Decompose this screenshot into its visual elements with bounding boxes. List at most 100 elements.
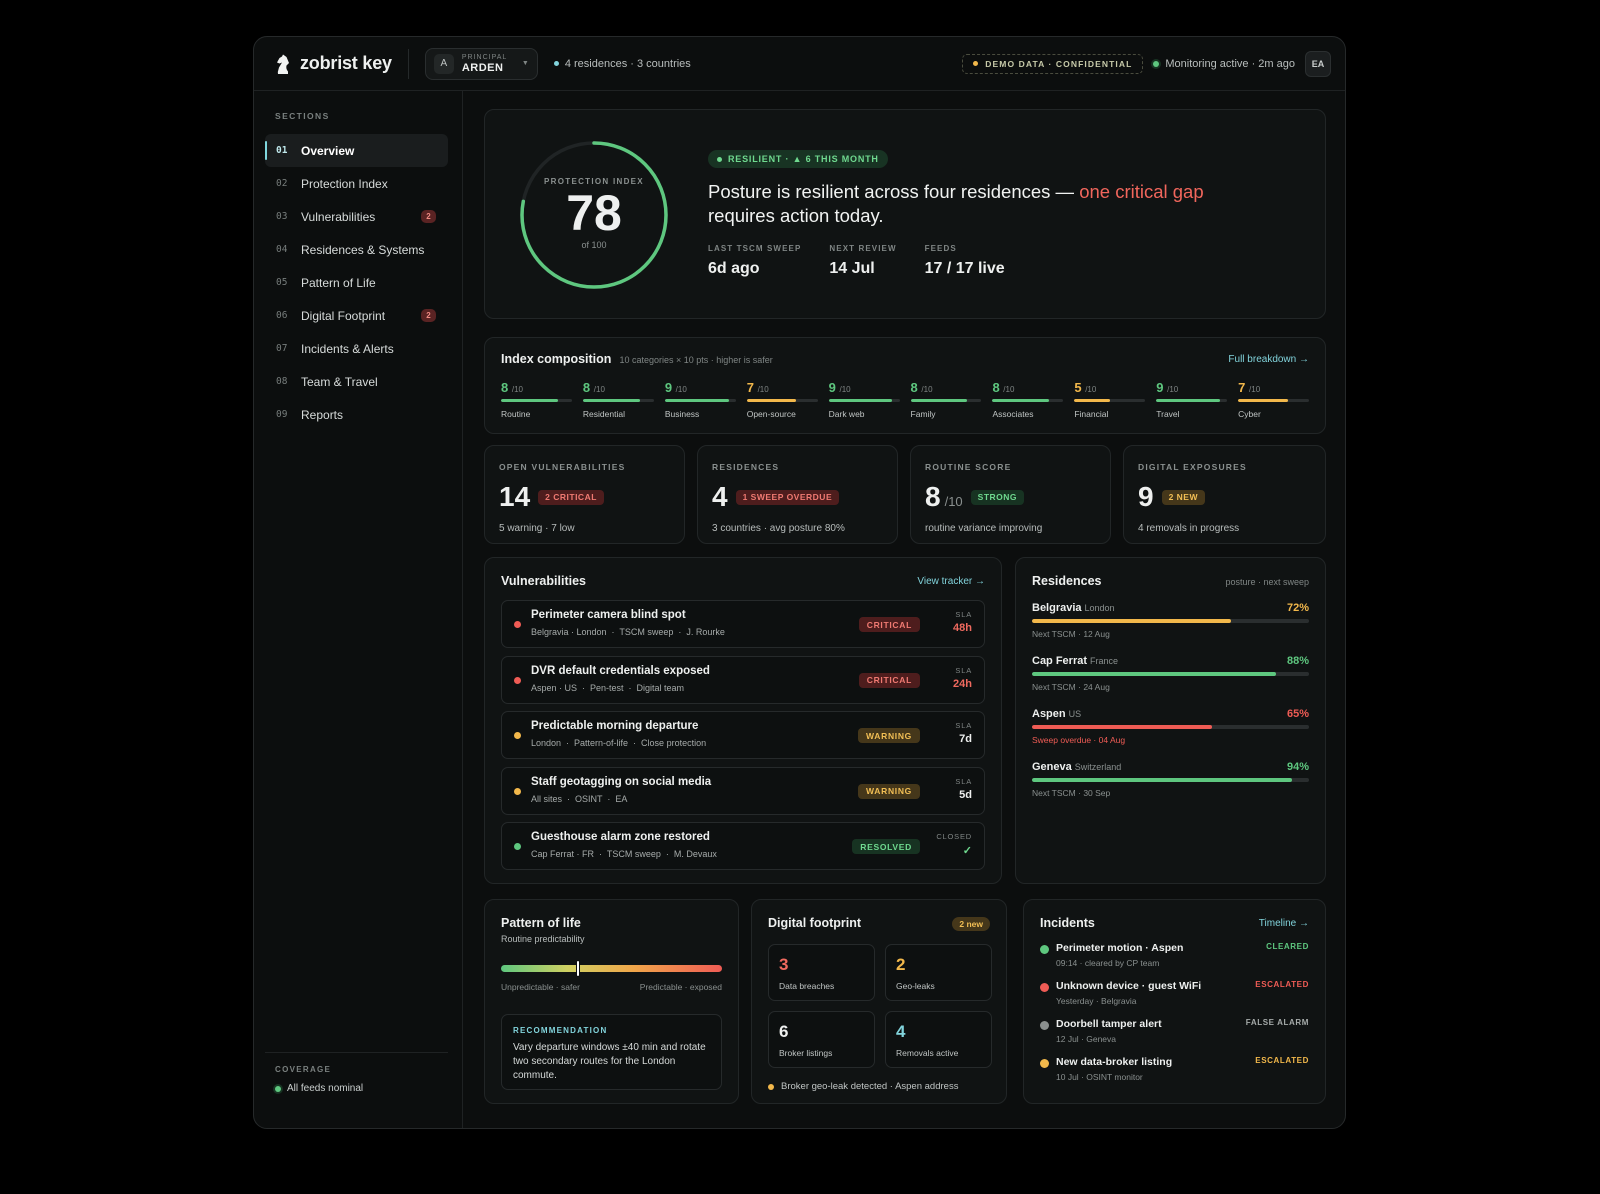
composition-item[interactable]: 5 /10 Financial xyxy=(1074,380,1146,419)
kpi-label: DIGITAL EXPOSURES xyxy=(1138,462,1247,472)
sidebar-item-residences-systems[interactable]: 04 Residences & Systems xyxy=(265,233,448,266)
vulnerability-title: Perimeter camera blind spot xyxy=(531,609,686,621)
residence-country: France xyxy=(1090,656,1119,666)
vulnerability-row[interactable]: DVR default credentials exposed Aspen · … xyxy=(501,655,985,704)
nav-number: 05 xyxy=(276,277,288,288)
composition-item[interactable]: 9 /10 Dark web xyxy=(828,380,900,419)
vulnerability-meta: Aspen · US · Pen-test · Digital team xyxy=(531,682,685,693)
kpi-open-vulnerabilities[interactable]: OPEN VULNERABILITIES 14 2 CRITICAL 5 warn… xyxy=(484,445,685,544)
coverage-status: All feeds nominal xyxy=(275,1083,438,1094)
kpi-routine-score[interactable]: ROUTINE SCORE 8/10 STRONG routine varianc… xyxy=(910,445,1111,544)
composition-item[interactable]: 9 /10 Business xyxy=(664,380,736,419)
composition-item[interactable]: 8 /10 Routine xyxy=(501,380,572,419)
vulnerability-row[interactable]: Perimeter camera blind spot Belgravia · … xyxy=(501,600,985,648)
residence-item[interactable]: Aspen US 65% Sweep overdue · 04 Aug xyxy=(1032,708,1309,761)
incidents-card: Incidents Timeline → Perimeter motion · … xyxy=(1023,899,1326,1104)
sidebar-item-incidents-alerts[interactable]: 07 Incidents & Alerts xyxy=(265,332,448,365)
monitoring-status: Monitoring active · 2m ago xyxy=(1153,58,1295,70)
next-sweep: Next TSCM · 30 Sep xyxy=(1032,788,1111,798)
top-bar: zobrist key A PRINCIPAL ARDEN ▼ 4 reside… xyxy=(254,37,1345,91)
posture-bar xyxy=(1032,725,1309,729)
composition-item[interactable]: 8 /10 Residential xyxy=(582,380,654,419)
sidebar-item-pattern-of-life[interactable]: 05 Pattern of Life xyxy=(265,266,448,299)
kpi-subtext: routine variance improving xyxy=(925,523,1043,534)
category-score-value: 8 xyxy=(582,380,591,395)
footprint-metric[interactable]: 2 Geo-leaks xyxy=(885,944,992,1001)
sidebar-item-team-travel[interactable]: 08 Team & Travel xyxy=(265,365,448,398)
monitoring-text: Monitoring active · 2m ago xyxy=(1165,57,1295,70)
sidebar-item-overview[interactable]: 01 Overview xyxy=(265,134,448,167)
residence-item[interactable]: Geneva Switzerland 94% Next TSCM · 30 Sep xyxy=(1032,761,1309,814)
sidebar-item-protection-index[interactable]: 02 Protection Index xyxy=(265,167,448,200)
composition-item[interactable]: 9 /10 Travel xyxy=(1156,380,1228,419)
user-avatar[interactable]: EA xyxy=(1305,50,1331,77)
footprint-metric[interactable]: 6 Broker listings xyxy=(768,1011,875,1068)
metric-value: 6 xyxy=(779,1022,789,1041)
category-score-unit: /10 xyxy=(757,385,769,394)
predictability-marker[interactable] xyxy=(576,960,581,977)
composition-item[interactable]: 8 /10 Associates xyxy=(992,380,1064,419)
sidebar-item-reports[interactable]: 09 Reports xyxy=(265,398,448,431)
view-tracker-link[interactable]: View tracker → xyxy=(917,576,985,587)
category-score-value: 9 xyxy=(664,380,673,395)
residence-item[interactable]: Cap Ferrat France 88% Next TSCM · 24 Aug xyxy=(1032,655,1309,708)
category-name: Family xyxy=(910,409,936,419)
incident-item[interactable]: New data-broker listing 10 Jul · OSINT m… xyxy=(1040,1056,1309,1094)
category-score-unit: /10 xyxy=(1167,385,1179,394)
category-bar xyxy=(1074,399,1146,402)
category-score: 7 /10 xyxy=(1238,380,1309,395)
category-bar xyxy=(1238,399,1310,402)
brand-name: zobrist key xyxy=(300,53,392,73)
footprint-title: Digital footprint xyxy=(768,916,862,930)
vulnerability-row[interactable]: Staff geotagging on social media All sit… xyxy=(501,766,985,815)
vulnerabilities-title: Vulnerabilities xyxy=(501,574,586,588)
category-bar xyxy=(746,399,818,402)
critical-gap-highlight: one critical gap xyxy=(1079,181,1204,202)
vulnerability-row[interactable]: Predictable morning departure London · P… xyxy=(501,711,985,759)
category-score-value: 7 xyxy=(1238,380,1246,395)
full-breakdown-link[interactable]: Full breakdown → xyxy=(1228,354,1309,365)
principal-selector[interactable]: A PRINCIPAL ARDEN ▼ xyxy=(424,47,538,80)
category-name: Business xyxy=(664,409,700,419)
category-name: Cyber xyxy=(1238,409,1261,419)
protection-score: 78 xyxy=(566,184,622,241)
incident-status-dot-icon xyxy=(1040,945,1049,954)
metric-value: 2 xyxy=(896,955,906,974)
composition-title: Index composition 10 categories × 10 pts … xyxy=(501,352,773,366)
composition-item[interactable]: 7 /10 Cyber xyxy=(1238,380,1310,419)
composition-item[interactable]: 7 /10 Open-source xyxy=(746,380,818,419)
category-score: 9 /10 xyxy=(1156,380,1227,395)
metric-label: Geo-leaks xyxy=(896,981,935,991)
residence-name: Geneva xyxy=(1032,761,1072,773)
sla-block: SLA 5d xyxy=(955,777,972,801)
footprint-metric[interactable]: 4 Removals active xyxy=(885,1011,992,1068)
category-score: 5 /10 xyxy=(1074,380,1145,395)
category-bar-fill xyxy=(1238,399,1288,402)
sidebar-item-digital-footprint[interactable]: 06 Digital Footprint 2 xyxy=(265,299,448,332)
category-score-value: 8 xyxy=(992,380,1000,395)
kpi-tag: STRONG xyxy=(970,489,1025,505)
vulnerability-row[interactable]: Guesthouse alarm zone restored Cap Ferra… xyxy=(501,822,985,870)
composition-subtitle: 10 categories × 10 pts · higher is safer xyxy=(619,355,773,365)
knight-logo-icon xyxy=(277,54,289,74)
recommendation-label: RECOMMENDATION xyxy=(513,1026,608,1035)
sidebar-item-vulnerabilities[interactable]: 03 Vulnerabilities 2 xyxy=(265,200,448,233)
warning-dot-icon xyxy=(973,61,979,66)
category-score: 8 /10 xyxy=(992,380,1063,395)
incident-item[interactable]: Unknown device · guest WiFi Yesterday · … xyxy=(1040,980,1309,1018)
timeline-link[interactable]: Timeline → xyxy=(1259,918,1309,929)
live-dot-icon xyxy=(275,1085,281,1092)
severity-dot-icon xyxy=(514,732,521,739)
composition-item[interactable]: 8 /10 Family xyxy=(910,380,982,419)
kpi-unit: /10 xyxy=(944,493,963,509)
sidebar-item-label: Reports xyxy=(301,407,344,422)
category-score-unit: /10 xyxy=(839,385,851,394)
kpi-residences[interactable]: RESIDENCES 4 1 SWEEP OVERDUE 3 countries … xyxy=(697,445,898,544)
kpi-digital-exposures[interactable]: DIGITAL EXPOSURES 9 2 NEW 4 removals in p… xyxy=(1123,445,1326,544)
residence-item[interactable]: Belgravia London 72% Next TSCM · 12 Aug xyxy=(1032,602,1309,655)
brand[interactable]: zobrist key xyxy=(274,53,392,75)
category-name: Residential xyxy=(582,409,625,419)
footprint-metric[interactable]: 3 Data breaches xyxy=(768,944,875,1001)
incident-item[interactable]: Doorbell tamper alert 12 Jul · Geneva FA… xyxy=(1040,1018,1309,1056)
incident-item[interactable]: Perimeter motion · Aspen 09:14 · cleared… xyxy=(1040,942,1309,980)
